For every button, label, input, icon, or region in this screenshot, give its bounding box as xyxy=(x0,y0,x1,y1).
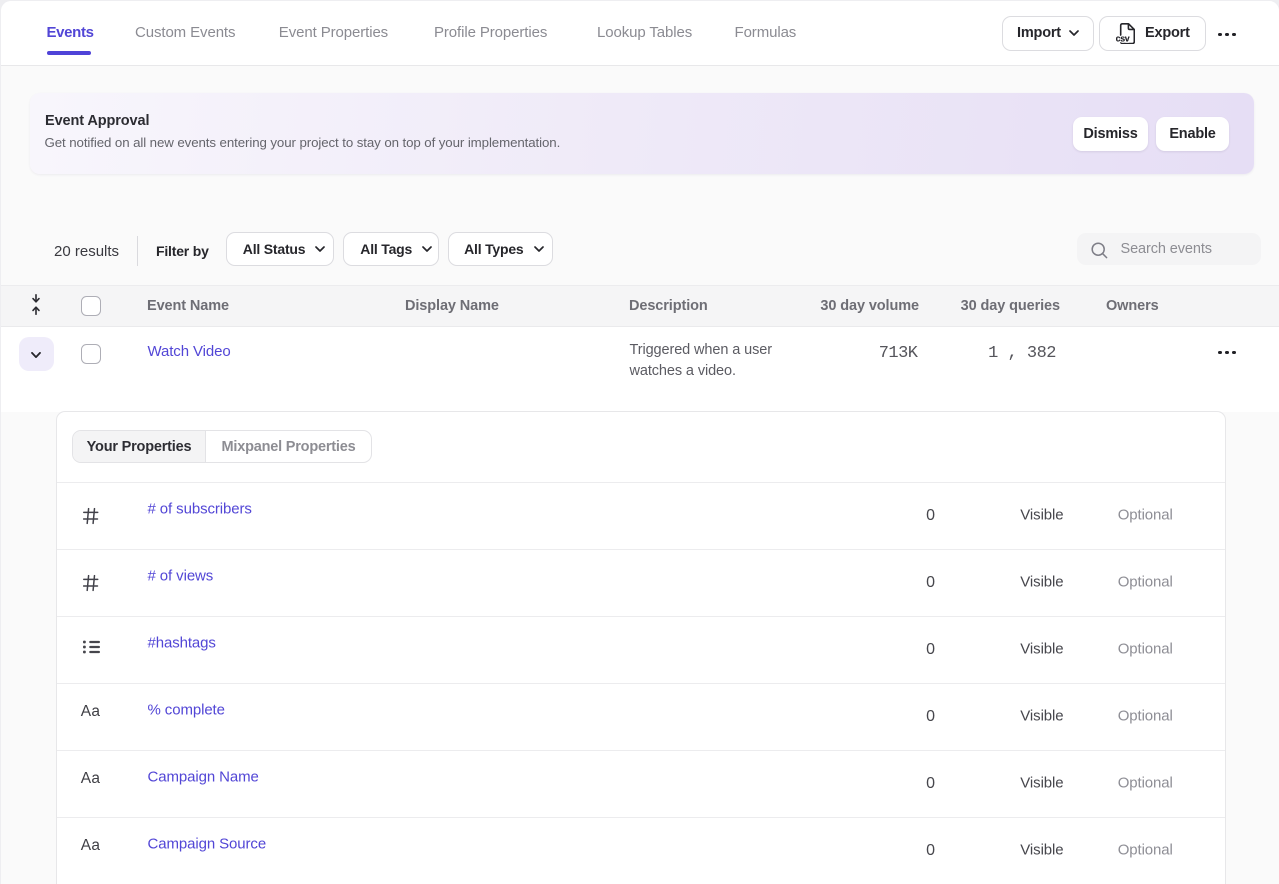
svg-text:csv: csv xyxy=(1116,33,1130,43)
